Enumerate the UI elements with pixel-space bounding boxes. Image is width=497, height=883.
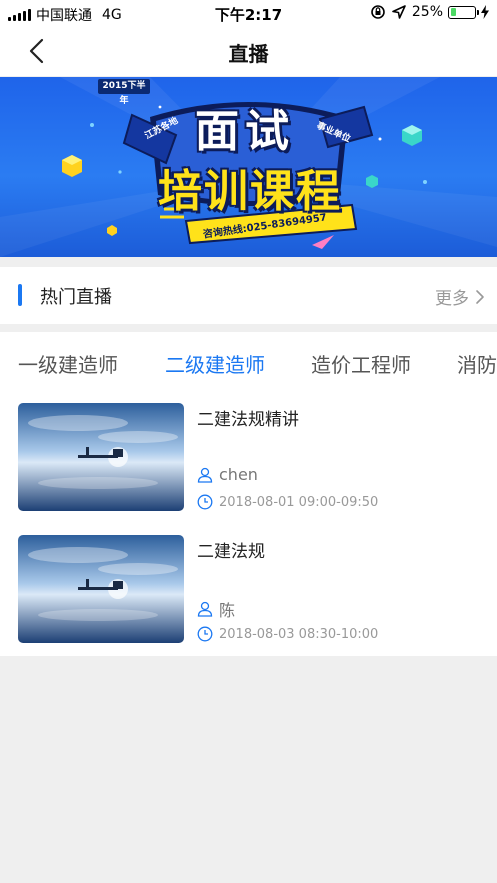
chevron-right-icon (476, 289, 484, 304)
tab-first-class-constructor[interactable]: 一级建造师 (18, 349, 118, 378)
category-tabs: 一级建造师 二级建造师 造价工程师 消防 (0, 332, 497, 392)
more-link[interactable]: 更多 (435, 284, 485, 309)
status-right: 25% (370, 4, 489, 20)
teacher-row: chen (197, 465, 258, 484)
orientation-lock-icon (371, 5, 385, 19)
teacher-row: 陈 (197, 597, 235, 621)
list-item[interactable]: 二建法规 陈 2018-08-03 08:30-10:00 (18, 535, 488, 645)
course-thumbnail (18, 403, 184, 511)
tab-second-class-constructor[interactable]: 二级建造师 (165, 349, 265, 378)
banner-year-tag: 2015下半年 (98, 79, 150, 106)
course-thumbnail (18, 535, 184, 643)
battery-icon (448, 5, 479, 19)
clock-icon (197, 494, 213, 510)
location-arrow-icon (392, 5, 406, 19)
charging-bolt-icon (481, 5, 489, 19)
teacher-name: chen (219, 465, 258, 484)
section-title: 热门直播 (40, 287, 112, 308)
live-title: 二建法规 (197, 542, 265, 562)
teacher-name: 陈 (219, 601, 236, 620)
tab-fire-engineer[interactable]: 消防 (457, 349, 497, 378)
user-icon (197, 467, 213, 483)
live-title: 二建法规精讲 (197, 410, 299, 430)
live-time: 2018-08-01 09:00-09:50 (219, 494, 379, 510)
live-time: 2018-08-03 08:30-10:00 (219, 626, 379, 642)
list-item[interactable]: 二建法规精讲 chen 2018-08-01 09:00-09:50 (18, 403, 488, 513)
banner-headline: 面试 (195, 106, 295, 157)
time-row: 2018-08-01 09:00-09:50 (197, 494, 378, 510)
status-bar: 中国联通 4G 下午2:17 25% (0, 0, 497, 26)
live-list-panel: 一级建造师 二级建造师 造价工程师 消防 二建法规精讲 chen 2018-08… (0, 332, 497, 656)
hot-live-header: 热门直播 更多 (0, 267, 497, 324)
promo-banner[interactable]: 2015下半年 面试 培训课程 江苏各地 事业单位 咨询热线:025-83694… (0, 77, 497, 257)
tab-cost-engineer[interactable]: 造价工程师 (311, 349, 411, 378)
more-label: 更多 (435, 289, 469, 309)
battery-percent: 25% (411, 4, 443, 20)
nav-bar: 直播 (0, 26, 497, 76)
battery-fill (450, 8, 457, 16)
clock-icon (197, 626, 213, 642)
user-icon (197, 601, 213, 617)
time-row: 2018-08-03 08:30-10:00 (197, 626, 378, 642)
section-accent-bar (18, 284, 22, 306)
page-title: 直播 (228, 42, 269, 66)
